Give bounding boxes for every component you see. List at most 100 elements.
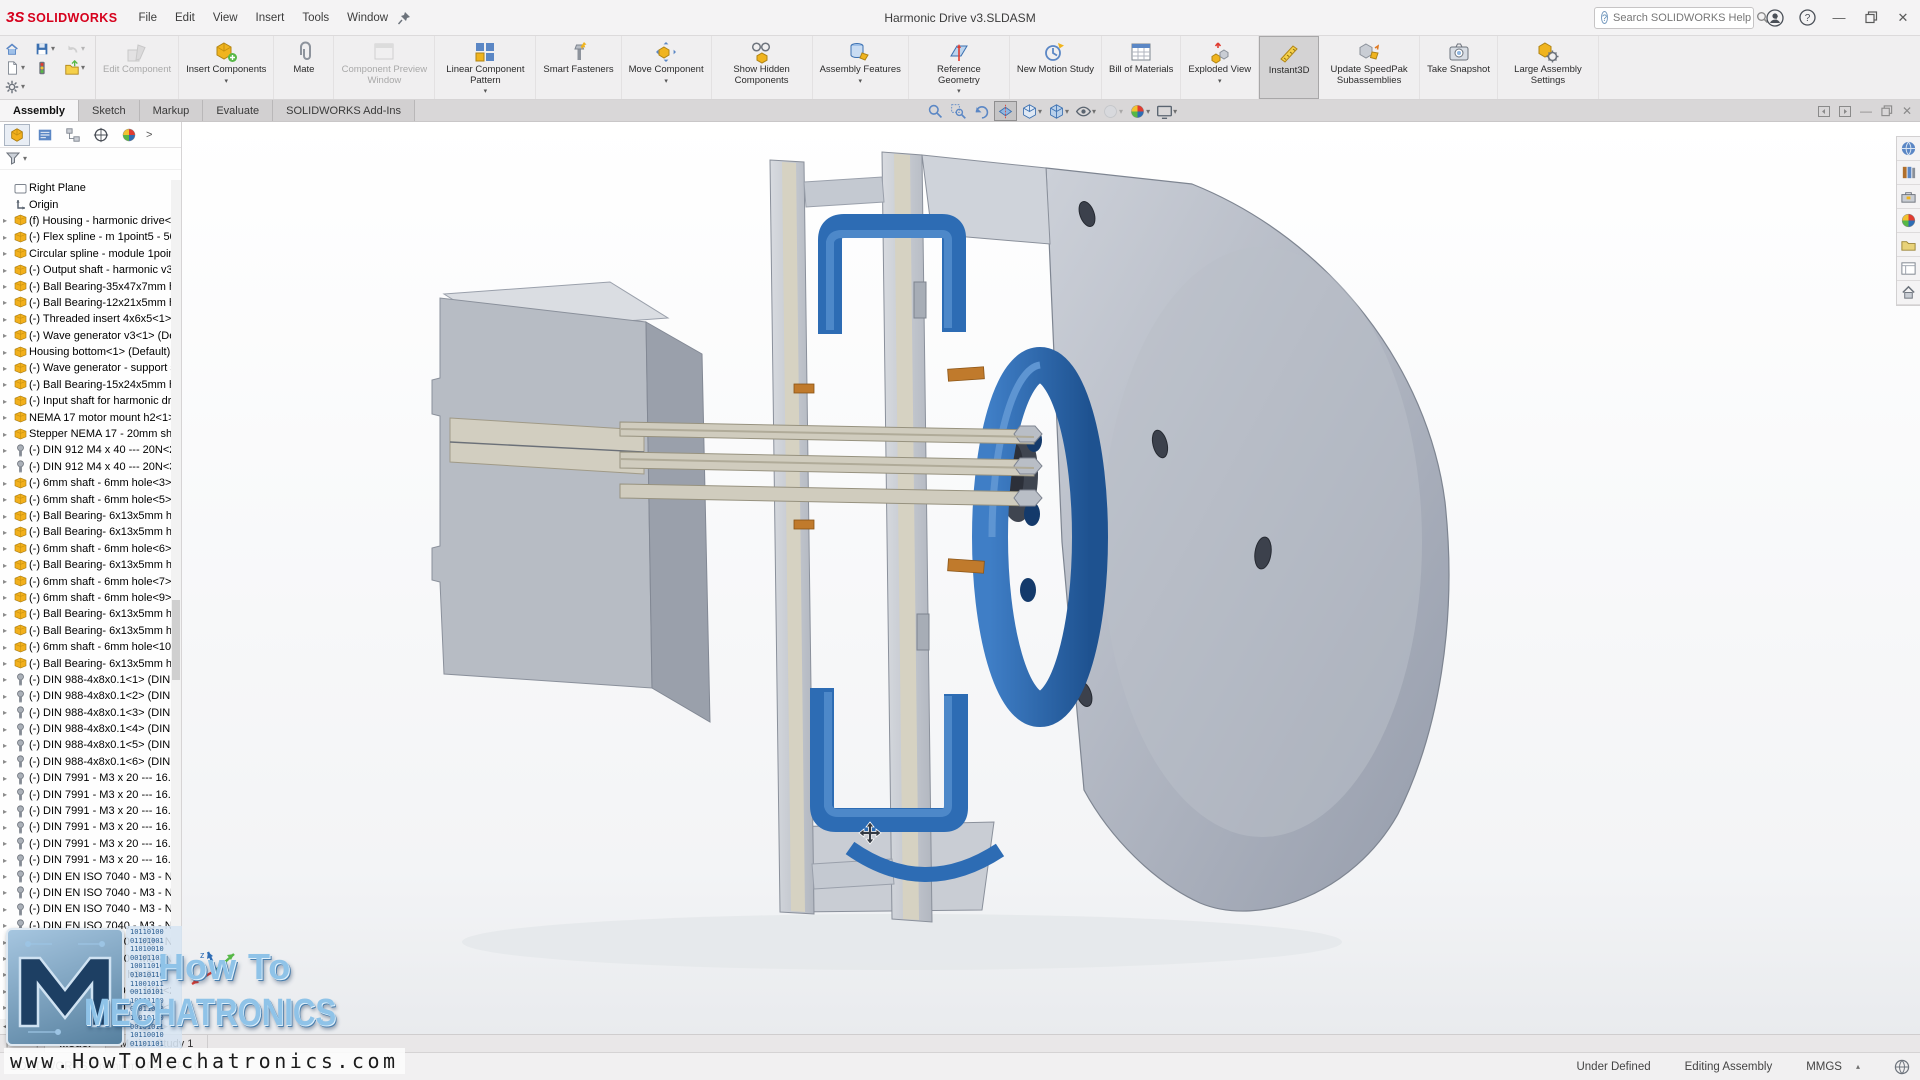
tree-item[interactable]: ▸Stepper NEMA 17 - 20mm sha bbox=[0, 426, 171, 442]
expand-arrow-icon[interactable]: ▸ bbox=[3, 905, 14, 914]
expand-arrow-icon[interactable]: ▸ bbox=[3, 233, 14, 242]
expand-arrow-icon[interactable]: ▸ bbox=[3, 298, 14, 307]
menu-edit[interactable]: Edit bbox=[168, 9, 202, 27]
solidworks-resources-button[interactable] bbox=[1897, 137, 1920, 161]
tree-item[interactable]: ▸(-) Ball Bearing- 6x13x5mm h1 bbox=[0, 606, 171, 622]
tree-item[interactable]: ▸Circular spline - module 1poin bbox=[0, 246, 171, 262]
tree-item[interactable]: ▸(-) 6mm shaft - 6mm hole<9> bbox=[0, 590, 171, 606]
menu-view[interactable]: View bbox=[206, 9, 245, 27]
move-component-button[interactable]: Move Component▾ bbox=[622, 36, 712, 99]
expand-arrow-icon[interactable]: ▸ bbox=[3, 397, 14, 406]
bill-of-materials-button[interactable]: Bill of Materials bbox=[1102, 36, 1181, 99]
panel-tabs-overflow[interactable]: > bbox=[146, 129, 152, 141]
expand-arrow-icon[interactable]: ▸ bbox=[3, 331, 14, 340]
expand-arrow-icon[interactable]: ▸ bbox=[3, 790, 14, 799]
expand-arrow-icon[interactable]: ▸ bbox=[3, 364, 14, 373]
expand-arrow-icon[interactable]: ▸ bbox=[3, 544, 14, 553]
tab-solidworks-add-ins[interactable]: SOLIDWORKS Add-Ins bbox=[273, 100, 415, 121]
design-library-button[interactable] bbox=[1897, 161, 1920, 185]
tree-item[interactable]: ▸(-) DIN EN ISO 7040 - M3 - N<4 bbox=[0, 901, 171, 917]
tree-item[interactable]: ▸(-) DIN 988-4x8x0.1<2> (DIN 9 bbox=[0, 688, 171, 704]
zoom-to-fit-button[interactable] bbox=[925, 101, 946, 121]
new-motion-study-button[interactable]: New Motion Study bbox=[1010, 36, 1102, 99]
expand-arrow-icon[interactable]: ▸ bbox=[3, 741, 14, 750]
tree-vscroll-thumb[interactable] bbox=[172, 600, 180, 680]
doc-close-button[interactable]: ✕ bbox=[1902, 104, 1912, 118]
apply-scene-button[interactable]: ▾ bbox=[1127, 101, 1152, 121]
reference-geometry-button[interactable]: Reference Geometry▾ bbox=[909, 36, 1010, 99]
tree-item[interactable]: ▸(-) Ball Bearing-35x47x7mm h2 bbox=[0, 278, 171, 294]
graphics-area[interactable]: z bbox=[182, 122, 1920, 1034]
large-assembly-settings-button[interactable]: Large Assembly Settings bbox=[1498, 36, 1599, 99]
tree-item[interactable]: ▸(-) DIN 988-4x8x0.1<3> (DIN 9 bbox=[0, 705, 171, 721]
panel-tab-display-manager[interactable] bbox=[116, 124, 142, 146]
smart-fasteners-button[interactable]: Smart Fasteners bbox=[536, 36, 621, 99]
tree-item[interactable]: ▸(-) DIN 912 M4 x 40 --- 20N<3> bbox=[0, 459, 171, 475]
expand-arrow-icon[interactable]: ▸ bbox=[3, 512, 14, 521]
tree-item[interactable]: ▸NEMA 17 motor mount h2<1> bbox=[0, 409, 171, 425]
expand-arrow-icon[interactable]: ▸ bbox=[3, 659, 14, 668]
toolbox-button[interactable] bbox=[1897, 185, 1920, 209]
tree-item[interactable]: Origin bbox=[0, 196, 171, 212]
appearances-button[interactable] bbox=[1897, 209, 1920, 233]
dropdown-caret-icon[interactable]: ▾ bbox=[484, 87, 488, 95]
menu-file[interactable]: File bbox=[131, 9, 164, 27]
tree-item[interactable]: ▸(-) 6mm shaft - 6mm hole<10: bbox=[0, 639, 171, 655]
expand-arrow-icon[interactable]: ▸ bbox=[3, 282, 14, 291]
expand-arrow-icon[interactable]: ▸ bbox=[3, 725, 14, 734]
expand-arrow-icon[interactable]: ▸ bbox=[3, 348, 14, 357]
tab-evaluate[interactable]: Evaluate bbox=[203, 100, 273, 121]
tree-item[interactable]: ▸(-) Ball Bearing- 6x13x5mm h1 bbox=[0, 655, 171, 671]
tree-item[interactable]: ▸(-) 6mm shaft - 6mm hole<7> bbox=[0, 573, 171, 589]
menu-window[interactable]: Window bbox=[340, 9, 395, 27]
dropdown-caret-icon[interactable]: ▾ bbox=[664, 77, 668, 85]
tree-item[interactable]: ▸(-) DIN 7991 - M3 x 20 --- 16.8N bbox=[0, 786, 171, 802]
exploded-view-button[interactable]: Exploded View▾ bbox=[1181, 36, 1259, 99]
new-document-button[interactable]: ▾ bbox=[4, 60, 34, 76]
tree-item[interactable]: ▸(-) 6mm shaft - 6mm hole<5> bbox=[0, 491, 171, 507]
search-box[interactable]: ? Search SOLIDWORKS Help ▾ bbox=[1594, 7, 1754, 29]
menu-insert[interactable]: Insert bbox=[249, 9, 292, 27]
expand-arrow-icon[interactable]: ▸ bbox=[3, 757, 14, 766]
linear-component-pattern-button[interactable]: Linear Component Pattern▾ bbox=[435, 36, 536, 99]
tree-item[interactable]: ▸(-) Ball Bearing- 6x13x5mm h1 bbox=[0, 508, 171, 524]
tree-item[interactable]: ▸(-) DIN 988-4x8x0.1<4> (DIN 9 bbox=[0, 721, 171, 737]
expand-arrow-icon[interactable]: ▸ bbox=[3, 462, 14, 471]
options-button[interactable]: ▾ bbox=[4, 79, 34, 95]
tree-item[interactable]: ▸(-) DIN 7991 - M3 x 20 --- 16.8N bbox=[0, 770, 171, 786]
expand-arrow-icon[interactable]: ▸ bbox=[3, 216, 14, 225]
zoom-to-area-button[interactable] bbox=[948, 101, 969, 121]
tree-item[interactable]: ▸(f) Housing - harmonic drive< bbox=[0, 213, 171, 229]
custom-properties-button[interactable] bbox=[1897, 281, 1920, 305]
open-button[interactable]: ▾ bbox=[64, 60, 94, 76]
panel-tab-dimxpert[interactable] bbox=[88, 124, 114, 146]
take-snapshot-button[interactable]: Take Snapshot bbox=[1420, 36, 1498, 99]
expand-arrow-icon[interactable]: ▸ bbox=[3, 577, 14, 586]
tree-item[interactable]: ▸(-) Output shaft - harmonic v3 bbox=[0, 262, 171, 278]
expand-arrow-icon[interactable]: ▸ bbox=[3, 807, 14, 816]
file-explorer-button[interactable] bbox=[1897, 233, 1920, 257]
dropdown-caret-icon[interactable]: ▾ bbox=[1218, 77, 1222, 85]
view-settings-button[interactable]: ▾ bbox=[1154, 101, 1179, 121]
expand-arrow-icon[interactable]: ▸ bbox=[3, 872, 14, 881]
tree-item[interactable]: ▸(-) Ball Bearing-12x21x5mm h1 bbox=[0, 295, 171, 311]
tree-item[interactable]: ▸(-) DIN 7991 - M3 x 20 --- 16.8N bbox=[0, 836, 171, 852]
insert-components-button[interactable]: Insert Components▾ bbox=[179, 36, 274, 99]
previous-view-button[interactable] bbox=[971, 101, 992, 121]
tree-item[interactable]: ▸(-) DIN 988-4x8x0.1<1> (DIN 9 bbox=[0, 672, 171, 688]
display-style-button[interactable]: ▾ bbox=[1046, 101, 1071, 121]
tree-item[interactable]: ▸(-) 6mm shaft - 6mm hole<3> bbox=[0, 475, 171, 491]
expand-arrow-icon[interactable]: ▸ bbox=[3, 610, 14, 619]
model-harmonic-drive[interactable] bbox=[182, 122, 1898, 1034]
panel-tab-property-manager[interactable] bbox=[32, 124, 58, 146]
filter-caret[interactable]: ▾ bbox=[23, 154, 27, 163]
pane-split-right-icon[interactable] bbox=[1839, 106, 1851, 117]
close-button[interactable]: ✕ bbox=[1892, 7, 1914, 29]
tree-item[interactable]: ▸(-) Ball Bearing- 6x13x5mm h1 bbox=[0, 557, 171, 573]
tree-item[interactable]: ▸(-) DIN 7991 - M3 x 20 --- 16.8N bbox=[0, 852, 171, 868]
expand-arrow-icon[interactable]: ▸ bbox=[3, 708, 14, 717]
tree-item[interactable]: ▸(-) DIN EN ISO 7040 - M3 - N<2 bbox=[0, 868, 171, 884]
expand-arrow-icon[interactable]: ▸ bbox=[3, 446, 14, 455]
help-icon[interactable]: ? bbox=[1796, 7, 1818, 29]
expand-arrow-icon[interactable]: ▸ bbox=[3, 593, 14, 602]
